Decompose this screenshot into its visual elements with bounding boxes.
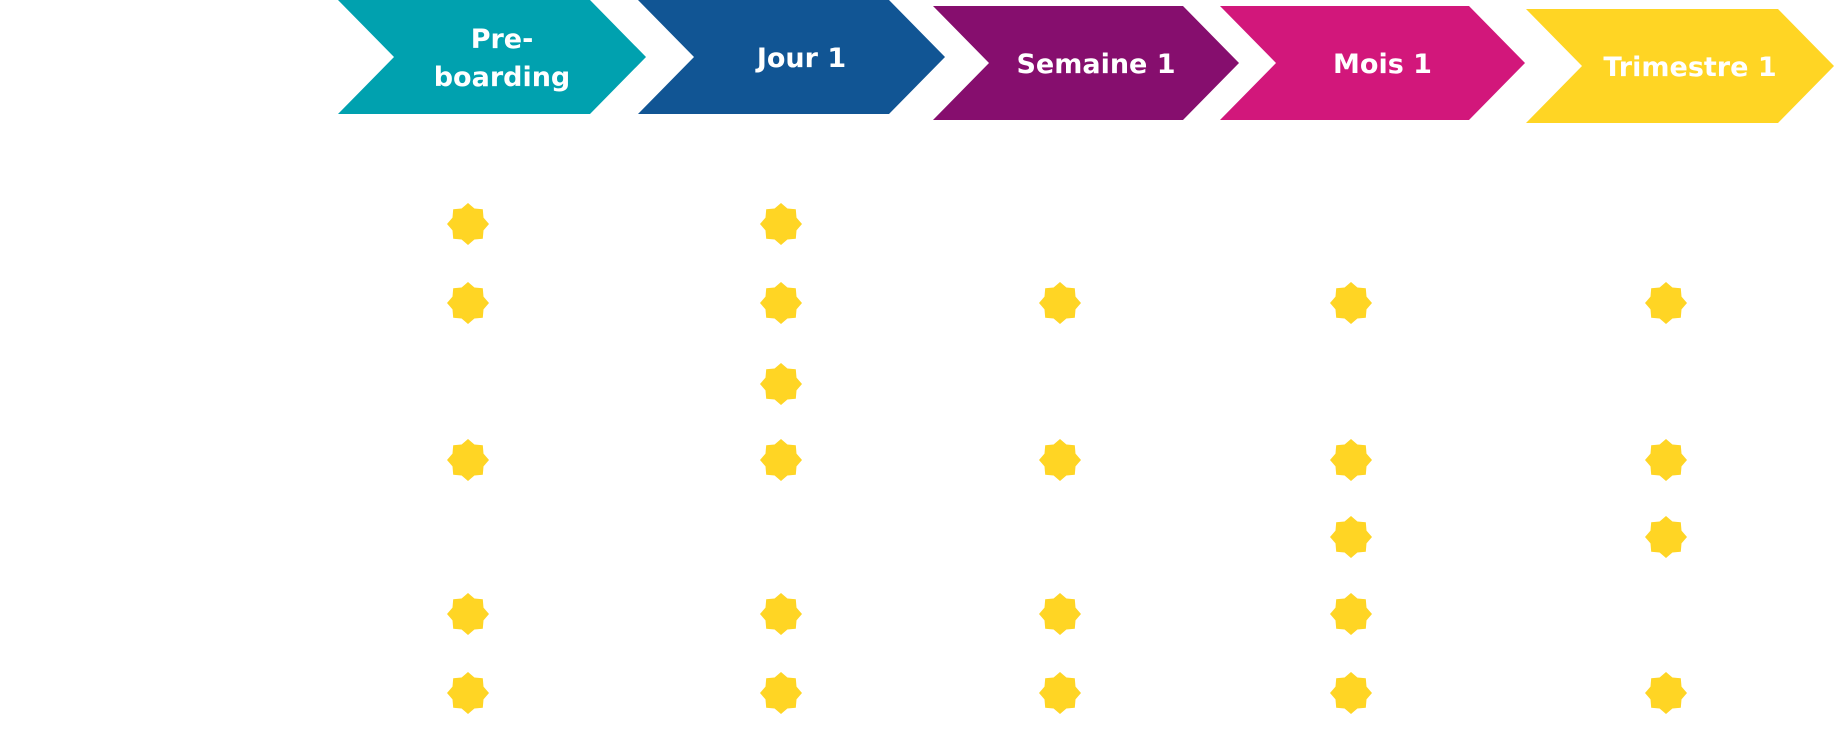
phase-label: Pre- xyxy=(471,24,534,55)
phase-mois1: Mois 1 xyxy=(1220,6,1525,120)
star-icon xyxy=(447,203,489,245)
timeline-svg: Pre-boarding Jour 1 Semaine 1 Mois 1 Trimest… xyxy=(338,0,1834,714)
star-icon xyxy=(1645,516,1687,558)
star-icon xyxy=(760,203,802,245)
star-icon xyxy=(760,593,802,635)
onboarding-timeline-diagram: Pre-boarding Jour 1 Semaine 1 Mois 1 Trimest… xyxy=(0,0,1834,731)
star-icon xyxy=(760,439,802,481)
star-icon xyxy=(447,672,489,714)
star-icon xyxy=(1039,672,1081,714)
phase-label: Mois 1 xyxy=(1333,49,1432,80)
star-icon xyxy=(1039,593,1081,635)
star-icon xyxy=(1330,282,1372,324)
star-icon xyxy=(1330,439,1372,481)
phase-jour1: Jour 1 xyxy=(638,0,945,114)
phase-semaine1: Semaine 1 xyxy=(933,6,1239,120)
phase-preboarding: Pre-boarding xyxy=(338,0,646,114)
star-icon xyxy=(1645,282,1687,324)
phase-trimestre1: Trimestre 1 xyxy=(1526,9,1834,123)
phase-chevrons: Pre-boarding Jour 1 Semaine 1 Mois 1 Trimest… xyxy=(338,0,1834,123)
star-icon xyxy=(1039,282,1081,324)
star-icon xyxy=(1645,439,1687,481)
star-icon xyxy=(760,672,802,714)
star-icon xyxy=(1330,516,1372,558)
star-icon xyxy=(1039,439,1081,481)
star-icon xyxy=(1330,672,1372,714)
phase-label: Semaine 1 xyxy=(1016,49,1175,80)
phase-label: boarding xyxy=(434,62,571,93)
star-icon xyxy=(447,282,489,324)
phase-label: Jour 1 xyxy=(755,43,846,74)
star-icon xyxy=(1645,672,1687,714)
chevron-arrow xyxy=(338,0,646,114)
star-icon xyxy=(760,363,802,405)
phase-label: Trimestre 1 xyxy=(1603,52,1776,83)
star-icon xyxy=(447,439,489,481)
star-markers xyxy=(447,203,1687,714)
star-icon xyxy=(1330,593,1372,635)
star-icon xyxy=(760,282,802,324)
star-icon xyxy=(447,593,489,635)
